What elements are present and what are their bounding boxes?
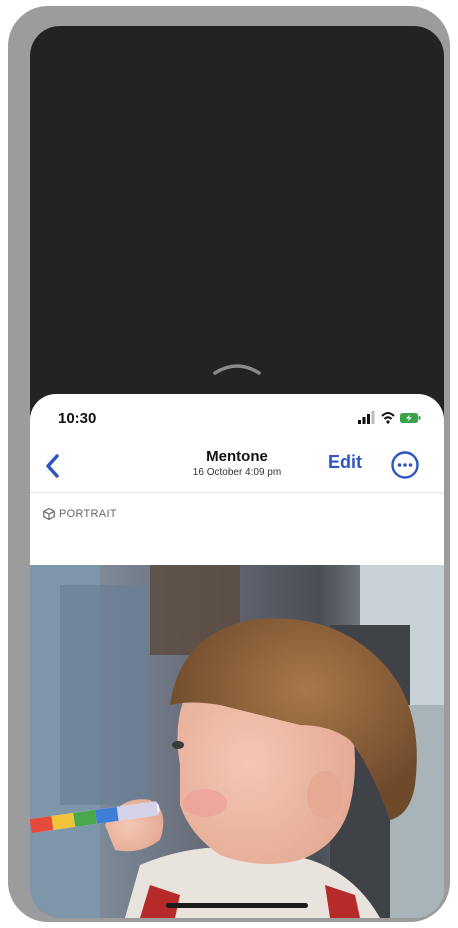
cube-icon: [43, 507, 55, 521]
home-indicator[interactable]: [166, 903, 308, 908]
status-icons: [358, 411, 421, 424]
status-time: 10:30: [58, 410, 97, 427]
phone-frame: 10:30 Mentone 16 October 4:09 pm Edit PO…: [8, 6, 450, 922]
edit-button[interactable]: Edit: [328, 452, 362, 473]
photo-title: Mentone: [206, 448, 268, 465]
photo-date: 16 October 4:09 pm: [192, 467, 282, 478]
sheet-handle-chevron-up-icon[interactable]: [212, 361, 262, 375]
back-chevron-left-icon[interactable]: [42, 452, 64, 480]
photo-sheet: 10:30 Mentone 16 October 4:09 pm Edit PO…: [30, 394, 444, 918]
battery-icon: [400, 413, 421, 423]
nav-title-block: Mentone 16 October 4:09 pm: [150, 448, 324, 479]
photo-image[interactable]: [30, 565, 444, 918]
more-ellipsis-circle-icon[interactable]: [390, 450, 420, 480]
screen: 10:30 Mentone 16 October 4:09 pm Edit PO…: [30, 26, 444, 918]
nav-divider: [30, 492, 444, 493]
wifi-icon: [381, 412, 395, 424]
portrait-badge: PORTRAIT: [42, 506, 117, 522]
signal-icon: [358, 411, 375, 424]
portrait-label: PORTRAIT: [59, 508, 117, 520]
